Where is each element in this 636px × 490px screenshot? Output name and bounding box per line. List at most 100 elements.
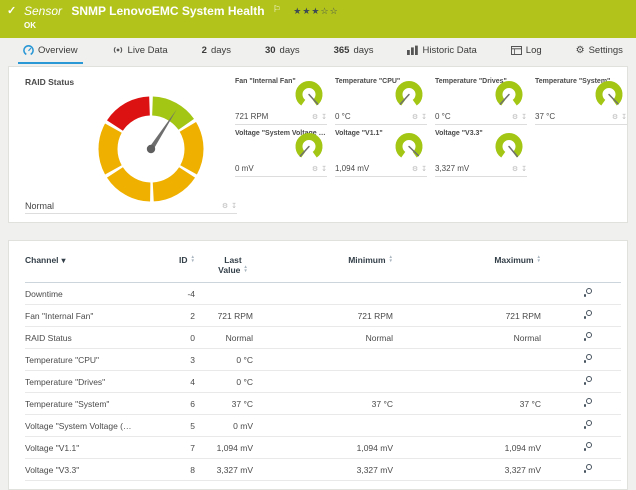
gauge-settings-gear-icon[interactable] <box>412 165 418 173</box>
mini-gauge-tile-2[interactable]: Temperature "Drives"0 °C <box>435 73 527 125</box>
cell-id: 4 <box>155 371 195 393</box>
sensor-ok-check-icon: ✓ <box>7 4 16 17</box>
gauge-icon <box>23 45 34 56</box>
mini-gauge-tile-5[interactable]: Voltage "V1.1"1,094 mV <box>335 125 427 177</box>
priority-stars[interactable]: ★★★☆☆ <box>293 6 338 16</box>
edit-channel-wrench-icon[interactable] <box>583 332 592 341</box>
gauge-pin-icon[interactable] <box>521 113 527 121</box>
mini-gauge <box>592 80 626 110</box>
edit-channel-wrench-icon[interactable] <box>583 376 592 385</box>
sort-arrows-icon <box>537 255 541 263</box>
table-row: Temperature "System"637 °C37 °C37 °C <box>25 393 621 415</box>
cell-maximum <box>393 415 541 437</box>
sort-arrows-icon <box>243 265 247 273</box>
mini-gauge-value: 721 RPM <box>235 112 268 121</box>
priority-flag-icon[interactable]: ⚐ <box>273 4 281 14</box>
gauge-pin-icon[interactable] <box>421 113 427 121</box>
cell-maximum: 37 °C <box>393 393 541 415</box>
mini-gauge-grid: Fan "Internal Fan"721 RPMTemperature "CP… <box>235 73 627 177</box>
cell-channel: Fan "Internal Fan" <box>25 305 155 327</box>
sensor-header: ✓ Sensor SNMP LenovoEMC System Health ⚐ … <box>0 0 636 38</box>
cell-maximum <box>393 283 541 305</box>
cell-id: 8 <box>155 459 195 481</box>
mini-gauge <box>492 80 526 110</box>
cell-channel: Voltage "V3.3" <box>25 459 155 481</box>
cell-minimum <box>253 371 393 393</box>
gauge-settings-gear-icon[interactable] <box>222 202 228 210</box>
gauge-settings-gear-icon[interactable] <box>512 165 518 173</box>
edit-channel-wrench-icon[interactable] <box>583 464 592 473</box>
gauge-pin-icon[interactable] <box>321 165 327 173</box>
mini-gauge-tile-1[interactable]: Temperature "CPU"0 °C <box>335 73 427 125</box>
cell-last-value <box>195 283 253 305</box>
edit-channel-wrench-icon[interactable] <box>583 442 592 451</box>
gear-icon: ⚙ <box>576 45 585 56</box>
column-header-channel[interactable]: Channel <box>25 249 155 283</box>
table-row: Temperature "Drives"40 °C <box>25 371 621 393</box>
mini-gauge-value: 37 °C <box>535 112 555 121</box>
mini-gauge-value: 3,327 mV <box>435 164 469 173</box>
gauge-settings-gear-icon[interactable] <box>512 113 518 121</box>
mini-gauge-value: 0 °C <box>335 112 351 121</box>
cell-maximum <box>393 371 541 393</box>
mini-gauge <box>492 132 526 162</box>
cell-maximum: 3,327 mV <box>393 459 541 481</box>
gauge-pin-icon[interactable] <box>621 113 627 121</box>
column-header-id[interactable]: ID <box>155 249 195 283</box>
tab-2-days[interactable]: 2days <box>197 38 236 64</box>
tab-365-days[interactable]: 365days <box>329 38 379 64</box>
gauge-pin-icon[interactable] <box>231 202 237 210</box>
mini-gauge-tile-4[interactable]: Voltage "System Voltage (12…0 mV <box>235 125 327 177</box>
gauge-pin-icon[interactable] <box>421 165 427 173</box>
mini-gauge-value: 0 mV <box>235 164 254 173</box>
channel-table-panel: Channel ID Last Value Minimum Maximum Do… <box>8 240 628 490</box>
tab-overview[interactable]: Overview <box>18 38 83 64</box>
sort-arrows-icon <box>389 255 393 263</box>
tab-live-data[interactable]: Live Data <box>107 38 173 64</box>
edit-channel-wrench-icon[interactable] <box>583 354 592 363</box>
cell-channel: Voltage "System Voltage (… <box>25 415 155 437</box>
page-title: SNMP LenovoEMC System Health <box>71 4 264 18</box>
gauge-settings-gear-icon[interactable] <box>612 113 618 121</box>
cell-minimum: Normal <box>253 327 393 349</box>
cell-last-value: 0 mV <box>195 415 253 437</box>
edit-channel-wrench-icon[interactable] <box>583 310 592 319</box>
gauge-settings-gear-icon[interactable] <box>412 113 418 121</box>
table-row: Voltage "V3.3"83,327 mV3,327 mV3,327 mV <box>25 459 621 481</box>
cell-maximum: Normal <box>393 327 541 349</box>
column-header-maximum[interactable]: Maximum <box>393 249 541 283</box>
gauge-settings-gear-icon[interactable] <box>312 113 318 121</box>
cell-channel: Voltage "V1.1" <box>25 437 155 459</box>
edit-channel-wrench-icon[interactable] <box>583 420 592 429</box>
overview-panel: RAID Status Normal Fan "Internal Fan"721… <box>8 66 628 223</box>
cell-channel: Temperature "CPU" <box>25 349 155 371</box>
mini-gauge-tile-0[interactable]: Fan "Internal Fan"721 RPM <box>235 73 327 125</box>
tab-settings[interactable]: ⚙Settings <box>571 38 628 64</box>
tab-historic-data[interactable]: Historic Data <box>402 38 481 64</box>
mini-gauge-tile-3[interactable]: Temperature "System"37 °C <box>535 73 627 125</box>
cell-id: 5 <box>155 415 195 437</box>
cell-id: 7 <box>155 437 195 459</box>
column-header-minimum[interactable]: Minimum <box>253 249 393 283</box>
edit-channel-wrench-icon[interactable] <box>583 398 592 407</box>
raid-status-value: Normal <box>25 201 54 211</box>
column-header-last-value[interactable]: Last Value <box>195 249 253 283</box>
edit-channel-wrench-icon[interactable] <box>583 288 592 297</box>
tab-log[interactable]: Log <box>506 38 547 64</box>
cell-channel: Temperature "System" <box>25 393 155 415</box>
table-row: Fan "Internal Fan"2721 RPM721 RPM721 RPM <box>25 305 621 327</box>
gauge-pin-icon[interactable] <box>521 165 527 173</box>
column-header-actions <box>541 249 621 283</box>
cell-minimum: 3,327 mV <box>253 459 393 481</box>
table-row: Voltage "System Voltage (…50 mV <box>25 415 621 437</box>
cell-last-value: Normal <box>195 327 253 349</box>
cell-id: -4 <box>155 283 195 305</box>
mini-gauge <box>292 132 326 162</box>
gauge-settings-gear-icon[interactable] <box>312 165 318 173</box>
mini-gauge-tile-6[interactable]: Voltage "V3.3"3,327 mV <box>435 125 527 177</box>
cell-last-value: 721 RPM <box>195 305 253 327</box>
gauge-pin-icon[interactable] <box>321 113 327 121</box>
tab-30-days[interactable]: 30days <box>260 38 305 64</box>
sort-arrows-icon <box>191 255 195 263</box>
cell-last-value: 3,327 mV <box>195 459 253 481</box>
